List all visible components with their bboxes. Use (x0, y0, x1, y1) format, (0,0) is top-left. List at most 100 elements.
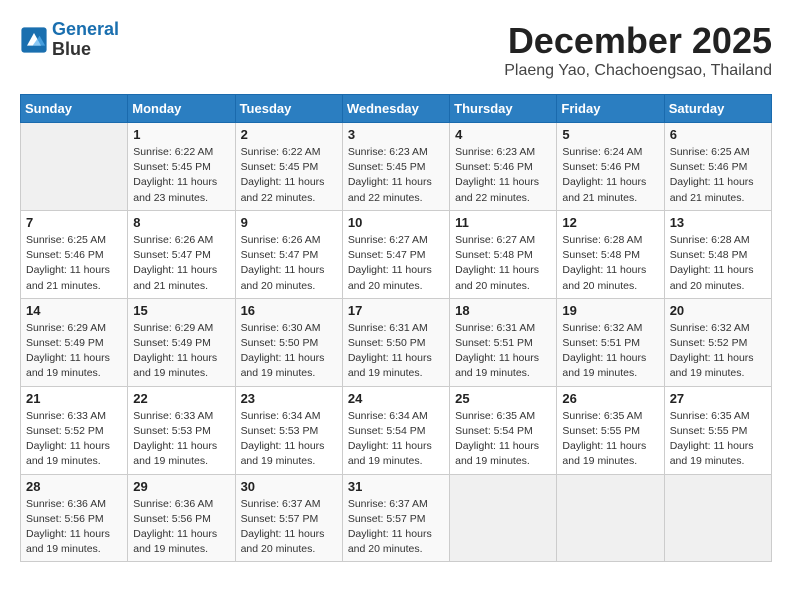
day-number: 6 (670, 127, 766, 142)
calendar-day-cell: 8 Sunrise: 6:26 AM Sunset: 5:47 PM Daylig… (128, 210, 235, 298)
calendar-day-cell: 30 Sunrise: 6:37 AM Sunset: 5:57 PM Dayli… (235, 474, 342, 562)
calendar-week-row: 28Sunrise: 6:36 AM Sunset: 5:56 PM Dayli… (21, 474, 772, 562)
day-number: 10 (348, 215, 444, 230)
day-info: Sunrise: 6:23 AM Sunset: 5:46 PM Dayligh… (455, 145, 551, 206)
day-info: Sunrise: 6:22 AM Sunset: 5:45 PM Dayligh… (241, 145, 337, 206)
day-number: 30 (241, 479, 337, 494)
day-info: Sunrise: 6:27 AM Sunset: 5:47 PM Dayligh… (348, 233, 444, 294)
day-info: Sunrise: 6:34 AM Sunset: 5:54 PM Dayligh… (348, 409, 444, 470)
day-info: Sunrise: 6:33 AM Sunset: 5:53 PM Dayligh… (133, 409, 229, 470)
calendar-day-cell: 11 Sunrise: 6:27 AM Sunset: 5:48 PM Dayli… (450, 210, 557, 298)
day-number: 21 (26, 391, 122, 406)
calendar-day-cell: 22 Sunrise: 6:33 AM Sunset: 5:53 PM Dayli… (128, 386, 235, 474)
calendar-week-row: 21Sunrise: 6:33 AM Sunset: 5:52 PM Dayli… (21, 386, 772, 474)
calendar-header-cell: Friday (557, 95, 664, 123)
day-number: 16 (241, 303, 337, 318)
day-number: 9 (241, 215, 337, 230)
day-info: Sunrise: 6:36 AM Sunset: 5:56 PM Dayligh… (26, 497, 122, 558)
day-number: 12 (562, 215, 658, 230)
calendar-day-cell: 14 Sunrise: 6:29 AM Sunset: 5:49 PM Dayli… (21, 298, 128, 386)
calendar-day-cell: 7 Sunrise: 6:25 AM Sunset: 5:46 PM Daylig… (21, 210, 128, 298)
logo-text: General Blue (52, 20, 119, 60)
day-number: 15 (133, 303, 229, 318)
calendar-day-cell: 29Sunrise: 6:36 AM Sunset: 5:56 PM Dayli… (128, 474, 235, 562)
day-info: Sunrise: 6:31 AM Sunset: 5:51 PM Dayligh… (455, 321, 551, 382)
day-number: 24 (348, 391, 444, 406)
day-number: 8 (133, 215, 229, 230)
day-info: Sunrise: 6:37 AM Sunset: 5:57 PM Dayligh… (241, 497, 337, 558)
day-number: 13 (670, 215, 766, 230)
calendar-day-cell: 31 Sunrise: 6:37 AM Sunset: 5:57 PM Dayli… (342, 474, 449, 562)
calendar-day-cell: 5Sunrise: 6:24 AM Sunset: 5:46 PM Daylig… (557, 123, 664, 211)
day-number: 27 (670, 391, 766, 406)
day-info: Sunrise: 6:35 AM Sunset: 5:55 PM Dayligh… (562, 409, 658, 470)
calendar-week-row: 7 Sunrise: 6:25 AM Sunset: 5:46 PM Daylig… (21, 210, 772, 298)
logo-icon (20, 26, 48, 54)
calendar-day-cell: 28Sunrise: 6:36 AM Sunset: 5:56 PM Dayli… (21, 474, 128, 562)
calendar-day-cell (450, 474, 557, 562)
calendar-day-cell: 25Sunrise: 6:35 AM Sunset: 5:54 PM Dayli… (450, 386, 557, 474)
day-number: 14 (26, 303, 122, 318)
calendar-day-cell: 3Sunrise: 6:23 AM Sunset: 5:45 PM Daylig… (342, 123, 449, 211)
day-info: Sunrise: 6:25 AM Sunset: 5:46 PM Dayligh… (670, 145, 766, 206)
calendar-day-cell: 6 Sunrise: 6:25 AM Sunset: 5:46 PM Daylig… (664, 123, 771, 211)
day-info: Sunrise: 6:28 AM Sunset: 5:48 PM Dayligh… (562, 233, 658, 294)
calendar-day-cell: 10 Sunrise: 6:27 AM Sunset: 5:47 PM Dayli… (342, 210, 449, 298)
calendar-week-row: 1 Sunrise: 6:22 AM Sunset: 5:45 PM Daylig… (21, 123, 772, 211)
day-number: 5 (562, 127, 658, 142)
location-title: Plaeng Yao, Chachoengsao, Thailand (504, 62, 772, 80)
day-number: 29 (133, 479, 229, 494)
calendar-header-cell: Wednesday (342, 95, 449, 123)
day-number: 23 (241, 391, 337, 406)
calendar-header: SundayMondayTuesdayWednesdayThursdayFrid… (21, 95, 772, 123)
calendar-day-cell: 17 Sunrise: 6:31 AM Sunset: 5:50 PM Dayli… (342, 298, 449, 386)
calendar-day-cell (21, 123, 128, 211)
day-number: 26 (562, 391, 658, 406)
calendar-day-cell (557, 474, 664, 562)
calendar-day-cell: 9 Sunrise: 6:26 AM Sunset: 5:47 PM Daylig… (235, 210, 342, 298)
day-info: Sunrise: 6:28 AM Sunset: 5:48 PM Dayligh… (670, 233, 766, 294)
day-info: Sunrise: 6:32 AM Sunset: 5:52 PM Dayligh… (670, 321, 766, 382)
calendar-day-cell: 4 Sunrise: 6:23 AM Sunset: 5:46 PM Daylig… (450, 123, 557, 211)
calendar-day-cell: 15 Sunrise: 6:29 AM Sunset: 5:49 PM Dayli… (128, 298, 235, 386)
month-title: December 2025 (504, 20, 772, 62)
day-info: Sunrise: 6:27 AM Sunset: 5:48 PM Dayligh… (455, 233, 551, 294)
calendar-day-cell: 12 Sunrise: 6:28 AM Sunset: 5:48 PM Dayli… (557, 210, 664, 298)
day-info: Sunrise: 6:26 AM Sunset: 5:47 PM Dayligh… (133, 233, 229, 294)
day-number: 20 (670, 303, 766, 318)
day-info: Sunrise: 6:31 AM Sunset: 5:50 PM Dayligh… (348, 321, 444, 382)
calendar-week-row: 14 Sunrise: 6:29 AM Sunset: 5:49 PM Dayli… (21, 298, 772, 386)
calendar-day-cell: 20 Sunrise: 6:32 AM Sunset: 5:52 PM Dayli… (664, 298, 771, 386)
calendar-day-cell: 13 Sunrise: 6:28 AM Sunset: 5:48 PM Dayli… (664, 210, 771, 298)
day-info: Sunrise: 6:37 AM Sunset: 5:57 PM Dayligh… (348, 497, 444, 558)
calendar-header-cell: Thursday (450, 95, 557, 123)
day-info: Sunrise: 6:26 AM Sunset: 5:47 PM Dayligh… (241, 233, 337, 294)
day-info: Sunrise: 6:32 AM Sunset: 5:51 PM Dayligh… (562, 321, 658, 382)
calendar-day-cell: 26 Sunrise: 6:35 AM Sunset: 5:55 PM Dayli… (557, 386, 664, 474)
day-info: Sunrise: 6:23 AM Sunset: 5:45 PM Dayligh… (348, 145, 444, 206)
day-info: Sunrise: 6:29 AM Sunset: 5:49 PM Dayligh… (26, 321, 122, 382)
day-number: 11 (455, 215, 551, 230)
calendar-day-cell: 2 Sunrise: 6:22 AM Sunset: 5:45 PM Daylig… (235, 123, 342, 211)
calendar-day-cell: 18Sunrise: 6:31 AM Sunset: 5:51 PM Dayli… (450, 298, 557, 386)
calendar-day-cell: 23 Sunrise: 6:34 AM Sunset: 5:53 PM Dayli… (235, 386, 342, 474)
day-number: 2 (241, 127, 337, 142)
calendar-day-cell: 27 Sunrise: 6:35 AM Sunset: 5:55 PM Dayli… (664, 386, 771, 474)
day-info: Sunrise: 6:29 AM Sunset: 5:49 PM Dayligh… (133, 321, 229, 382)
day-number: 22 (133, 391, 229, 406)
day-number: 7 (26, 215, 122, 230)
day-info: Sunrise: 6:22 AM Sunset: 5:45 PM Dayligh… (133, 145, 229, 206)
day-info: Sunrise: 6:35 AM Sunset: 5:55 PM Dayligh… (670, 409, 766, 470)
day-info: Sunrise: 6:25 AM Sunset: 5:46 PM Dayligh… (26, 233, 122, 294)
day-info: Sunrise: 6:30 AM Sunset: 5:50 PM Dayligh… (241, 321, 337, 382)
calendar-day-cell: 24 Sunrise: 6:34 AM Sunset: 5:54 PM Dayli… (342, 386, 449, 474)
calendar-header-cell: Monday (128, 95, 235, 123)
day-number: 4 (455, 127, 551, 142)
day-number: 1 (133, 127, 229, 142)
day-number: 17 (348, 303, 444, 318)
calendar-day-cell: 21Sunrise: 6:33 AM Sunset: 5:52 PM Dayli… (21, 386, 128, 474)
day-number: 31 (348, 479, 444, 494)
day-info: Sunrise: 6:34 AM Sunset: 5:53 PM Dayligh… (241, 409, 337, 470)
calendar-header-cell: Saturday (664, 95, 771, 123)
calendar-day-cell (664, 474, 771, 562)
